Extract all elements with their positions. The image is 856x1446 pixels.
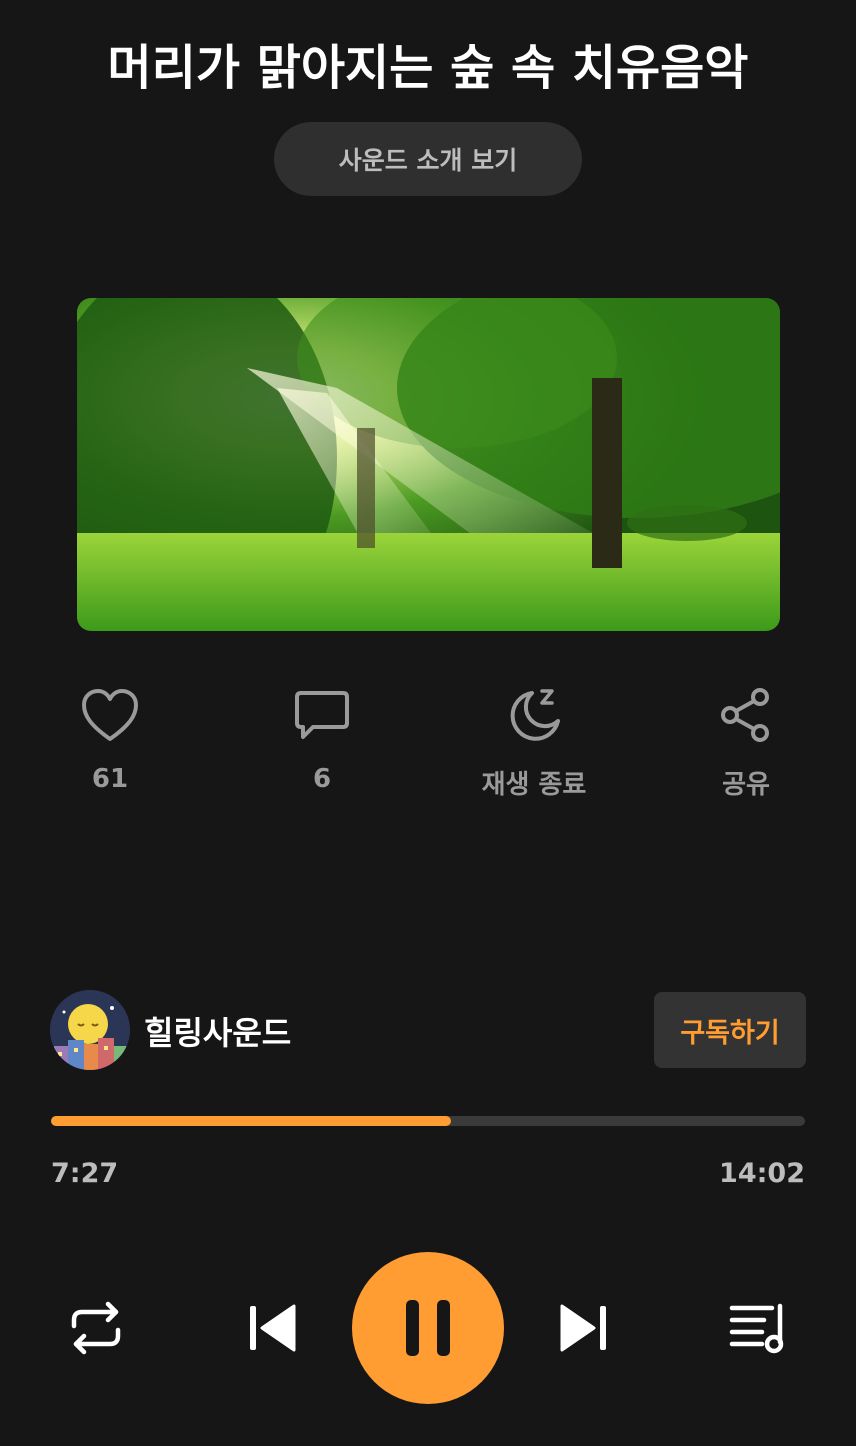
comment-icon [291,684,353,746]
comment-button[interactable]: 6 [242,684,402,804]
playlist-icon [729,1303,784,1354]
subscribe-button[interactable]: 구독하기 [654,992,806,1068]
repeat-icon [71,1301,121,1355]
player-screen: 머리가 맑아지는 숲 속 치유음악 사운드 소개 보기 61 6 재생 종료 공… [0,0,856,1446]
sleep-timer-button[interactable]: 재생 종료 [454,684,614,804]
progress-fill [51,1116,451,1126]
action-bar: 61 6 재생 종료 공유 [0,684,856,804]
playback-controls [0,1252,856,1404]
share-icon [715,684,777,746]
moon-icon [503,684,565,746]
pause-icon [406,1300,450,1356]
sleep-timer-label: 재생 종료 [481,770,587,800]
next-icon [560,1304,606,1352]
like-count: 61 [91,764,129,794]
next-button[interactable] [556,1298,612,1358]
playlist-button[interactable] [726,1298,790,1358]
channel-row: 힐링사운드 구독하기 [50,990,806,1070]
channel-avatar[interactable] [50,990,130,1070]
progress-bar[interactable] [51,1116,805,1126]
heart-icon [79,684,141,746]
cover-image [77,298,780,631]
current-time: 7:27 [51,1158,119,1189]
page-title: 머리가 맑아지는 숲 속 치유음악 [107,40,749,96]
share-label: 공유 [722,770,770,800]
like-button[interactable]: 61 [30,684,190,804]
previous-button[interactable] [244,1298,300,1358]
comment-count: 6 [312,764,332,794]
share-button[interactable]: 공유 [666,684,826,804]
repeat-button[interactable] [64,1298,128,1358]
total-time: 14:02 [719,1158,805,1189]
sound-intro-button[interactable]: 사운드 소개 보기 [274,122,582,196]
channel-name[interactable]: 힐링사운드 [144,1008,291,1054]
pause-button[interactable] [352,1252,504,1404]
previous-icon [250,1304,296,1352]
